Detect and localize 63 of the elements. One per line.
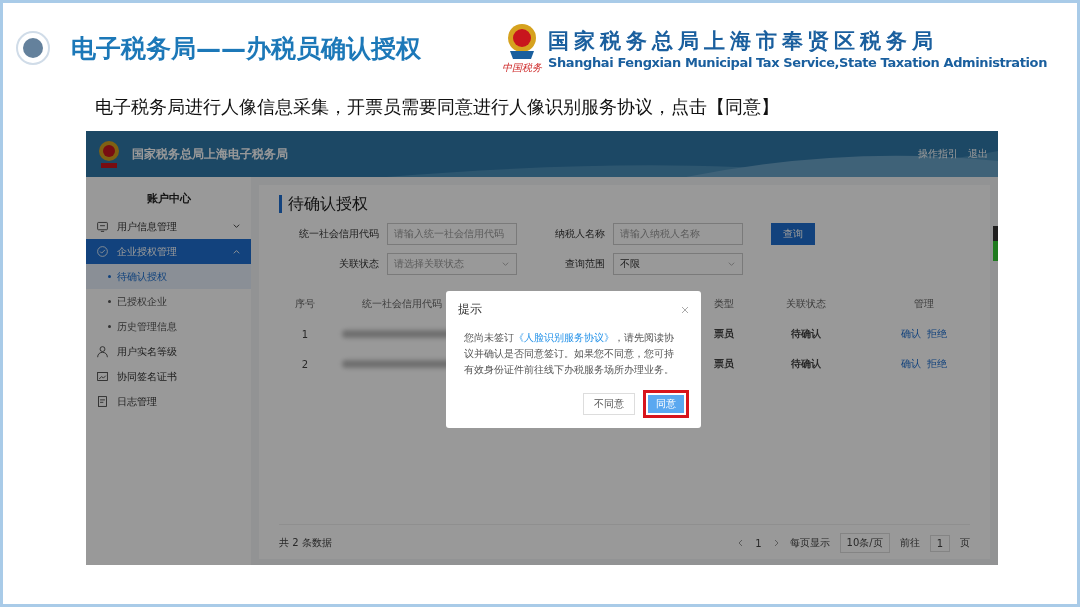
sidebar-title: 账户中心 [145, 191, 192, 207]
header-link[interactable]: 操作指引 [918, 147, 958, 161]
chevron-icon [232, 247, 241, 256]
decline-button[interactable]: 不同意 [583, 393, 635, 415]
action-link[interactable]: 拒绝 [926, 358, 947, 369]
sidebar-item[interactable]: 企业授权管理 [86, 239, 251, 264]
action-link[interactable]: 拒绝 [926, 328, 947, 339]
chevron-icon [232, 222, 241, 231]
slide-title: 电子税务局——办税员确认授权 [71, 32, 422, 65]
dialog-message: 您尚未签订《人脸识别服务协议》，请先阅读协议并确认是否同意签订。如果您不同意，您可持有效身份证件前往线下办税服务场所办理业务。 [463, 331, 675, 377]
seal-text: 中国税务 [502, 61, 543, 75]
close-icon[interactable] [681, 305, 689, 314]
page-size-label: 每页显示 [789, 536, 830, 550]
select-field[interactable]: 不限 [613, 253, 743, 275]
column-header: 类型 [714, 298, 734, 309]
instruction-text: 电子税务局进行人像信息采集，开票员需要同意进行人像识别服务协议，点击【同意】 [94, 95, 780, 119]
org-name: 国家税务总局上海市奉贤区税务局 [548, 27, 940, 55]
agreement-link[interactable]: 《人脸识别服务协议》 [514, 332, 614, 343]
sidebar-item[interactable]: 用户实名等级 [86, 339, 251, 364]
sidebar-item[interactable]: 用户信息管理 [86, 214, 251, 239]
table-cell: 票员 [714, 328, 734, 339]
menu-icon [96, 220, 109, 233]
sidebar-subitem[interactable]: 历史管理信息 [86, 314, 251, 339]
bullet-icon [15, 30, 51, 66]
org-name-english: Shanghai Fengxian Municipal Tax Service,State Taxation Administration [548, 54, 1047, 70]
goto-label: 前往 [899, 536, 920, 550]
site-title: 国家税务总局上海电子税务局 [132, 145, 289, 163]
menu-icon [96, 245, 109, 258]
page-size-select[interactable]: 10条/页 [839, 533, 890, 553]
header-link[interactable]: 退出 [968, 147, 988, 161]
sidebar-subitem[interactable]: 待确认授权 [86, 264, 251, 289]
page-number[interactable]: 1 [755, 537, 762, 549]
column-header: 关联状态 [786, 298, 826, 309]
agree-button[interactable]: 同意 [643, 390, 689, 418]
filter-label: 关联状态 [338, 257, 379, 271]
sidebar-item[interactable]: 日志管理 [86, 389, 251, 414]
table-cell: 1 [301, 328, 309, 340]
menu-icon [96, 370, 109, 383]
table-cell: 待确认 [791, 358, 821, 369]
action-link[interactable]: 确认 [900, 328, 921, 339]
table-cell: 2 [301, 358, 309, 370]
total-count: 共 2 条数据 [279, 536, 332, 550]
emblem-icon [96, 139, 122, 169]
goto-input[interactable]: 1 [929, 534, 950, 552]
query-button[interactable]: 查询 [771, 223, 815, 245]
filter-label: 查询范围 [564, 257, 605, 271]
column-header: 序号 [295, 298, 315, 309]
scrollbar[interactable] [993, 226, 998, 261]
table-cell: 待确认 [791, 328, 821, 339]
action-link[interactable]: 确认 [900, 358, 921, 369]
table-cell: 票员 [714, 358, 734, 369]
filter-label: 统一社会信用代码 [298, 227, 379, 241]
page-title: 待确认授权 [279, 195, 970, 213]
sidebar-item[interactable]: 协同签名证书 [86, 364, 251, 389]
sidebar-subitem[interactable]: 已授权企业 [86, 289, 251, 314]
menu-icon [96, 395, 109, 408]
filter-label: 纳税人名称 [554, 227, 605, 241]
column-header: 管理 [913, 298, 934, 309]
dropdown-icon [727, 259, 736, 269]
dialog-title: 提示 [458, 301, 482, 318]
menu-icon [96, 345, 109, 358]
dropdown-icon [501, 259, 510, 269]
goto-suffix: 页 [960, 536, 970, 550]
